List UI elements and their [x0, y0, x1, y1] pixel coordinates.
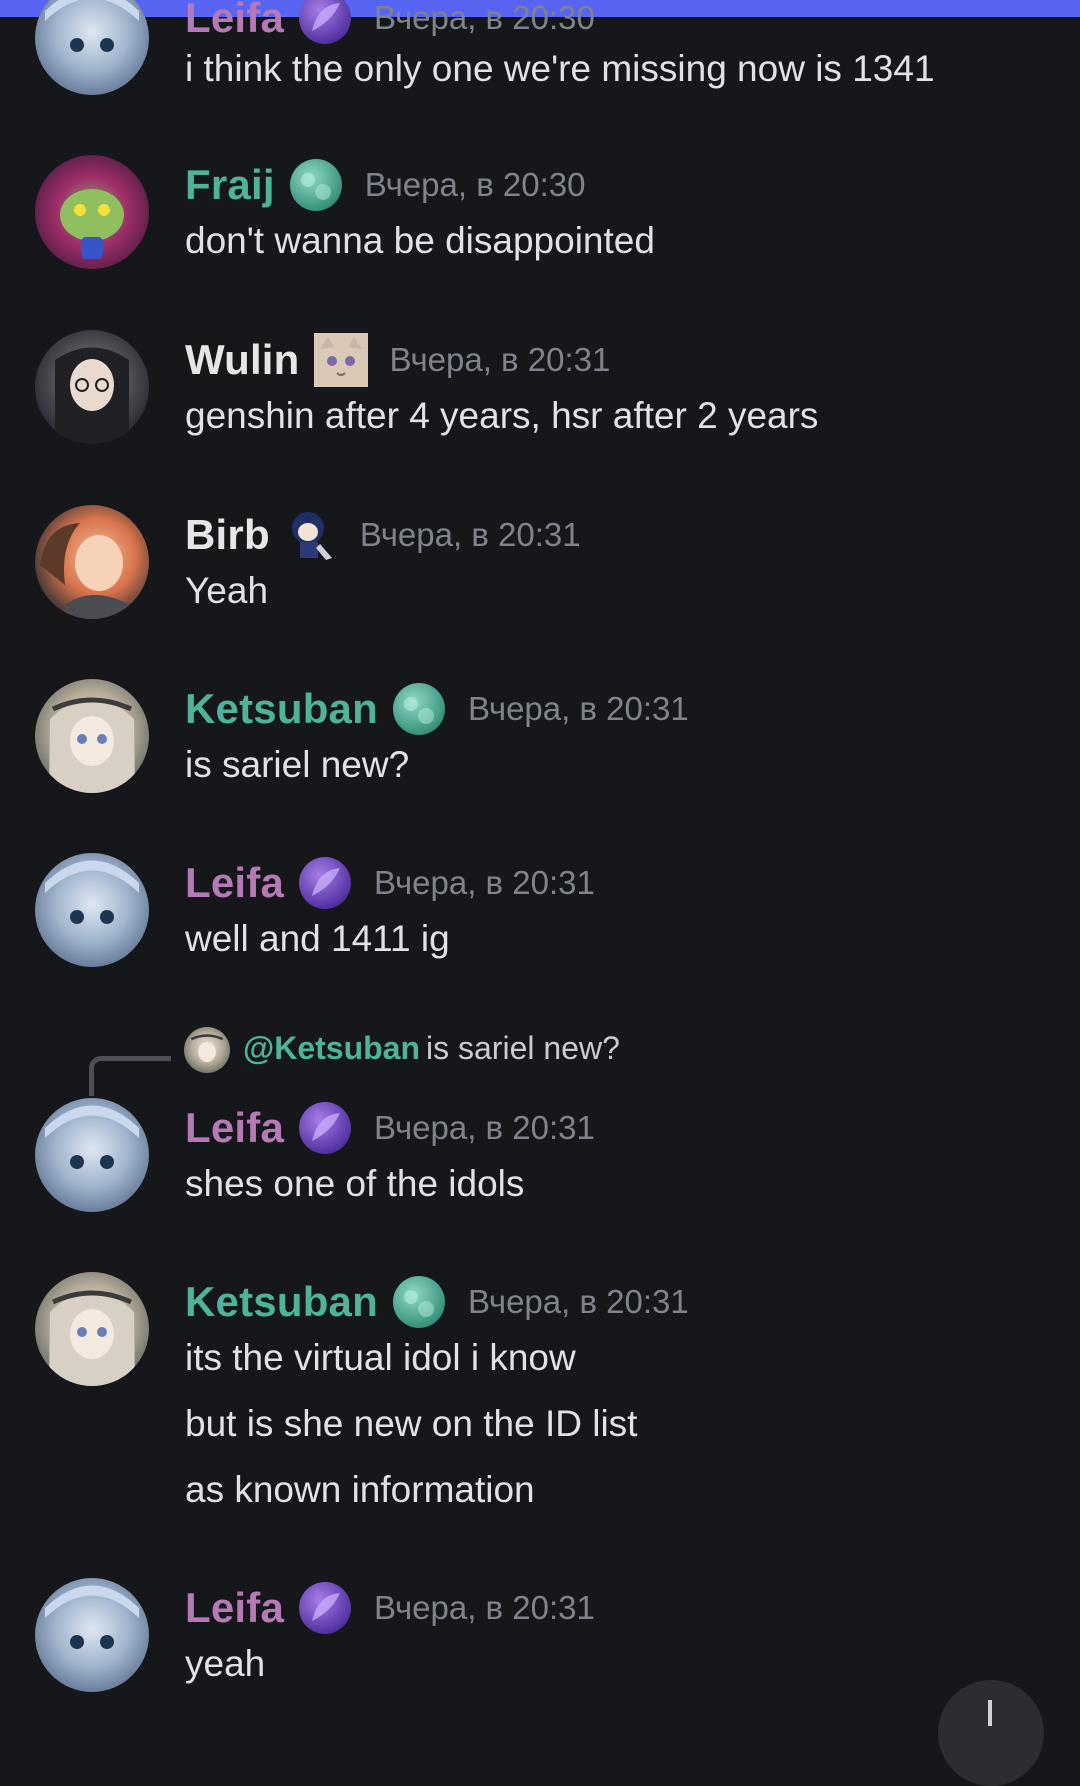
- message-text: Yeah: [185, 570, 269, 611]
- message-text: well and 1411 ig: [185, 918, 450, 959]
- message-text: yeah: [185, 1643, 266, 1684]
- purple-feather-icon: [298, 1101, 352, 1155]
- user-avatar[interactable]: [35, 505, 149, 619]
- timestamp: Вчера, в 20:31: [374, 1109, 595, 1146]
- message-text: i think the only one we're missing now i…: [185, 48, 935, 89]
- username[interactable]: Leifa: [185, 1584, 284, 1632]
- username[interactable]: Leifa: [185, 859, 284, 907]
- user-avatar[interactable]: [35, 1578, 149, 1692]
- timestamp: Вчера, в 20:31: [389, 341, 611, 378]
- reply-mention[interactable]: @Ketsuban: [243, 1030, 420, 1067]
- cat-face-icon: [313, 333, 368, 387]
- teal-orb-icon: [392, 1275, 446, 1329]
- username[interactable]: Ketsuban: [185, 685, 378, 733]
- timestamp: Вчера, в 20:31: [467, 690, 689, 727]
- user-avatar[interactable]: [35, 1272, 149, 1386]
- chibi-character-icon: [284, 508, 338, 562]
- username[interactable]: Leifa: [185, 1104, 284, 1152]
- scroll-to-bottom-button[interactable]: [938, 1680, 1044, 1786]
- timestamp: Вчера, в 20:31: [467, 1283, 689, 1320]
- message-text: its the virtual idol i know: [185, 1337, 576, 1378]
- user-avatar[interactable]: [35, 1098, 149, 1212]
- username[interactable]: Fraij: [185, 161, 275, 209]
- reply-connector: [89, 1056, 171, 1096]
- purple-feather-icon: [298, 0, 352, 45]
- username[interactable]: Ketsuban: [185, 1278, 378, 1326]
- message-text: genshin after 4 years, hsr after 2 years: [185, 395, 819, 436]
- timestamp: Вчера, в 20:31: [374, 864, 595, 901]
- username[interactable]: Wulin: [185, 336, 300, 384]
- timestamp: Вчера, в 20:30: [374, 0, 595, 36]
- username[interactable]: Birb: [185, 511, 270, 559]
- message-text: is sariel new?: [185, 744, 410, 785]
- message-text: shes one of the idols: [185, 1163, 525, 1204]
- message-text: don't wanna be disappointed: [185, 220, 655, 261]
- reply-avatar: [184, 1027, 230, 1073]
- message-text: as known information: [185, 1469, 535, 1510]
- user-avatar[interactable]: [35, 0, 149, 95]
- arrow-down-icon: [988, 1700, 992, 1726]
- reply-reference[interactable]: @Ketsuban is sariel new?: [0, 1020, 1080, 1096]
- user-avatar[interactable]: [35, 330, 149, 444]
- teal-orb-icon: [289, 158, 343, 212]
- user-avatar[interactable]: [35, 679, 149, 793]
- user-avatar[interactable]: [35, 853, 149, 967]
- message-text: but is she new on the ID list: [185, 1403, 638, 1444]
- purple-feather-icon: [298, 1581, 352, 1635]
- timestamp: Вчера, в 20:31: [374, 1589, 595, 1626]
- timestamp: Вчера, в 20:30: [364, 166, 586, 203]
- user-avatar[interactable]: [35, 155, 149, 269]
- username[interactable]: Leifa: [185, 0, 284, 42]
- reply-snippet: is sariel new?: [426, 1030, 620, 1066]
- purple-feather-icon: [298, 856, 352, 910]
- teal-orb-icon: [392, 682, 446, 736]
- timestamp: Вчера, в 20:31: [359, 516, 581, 553]
